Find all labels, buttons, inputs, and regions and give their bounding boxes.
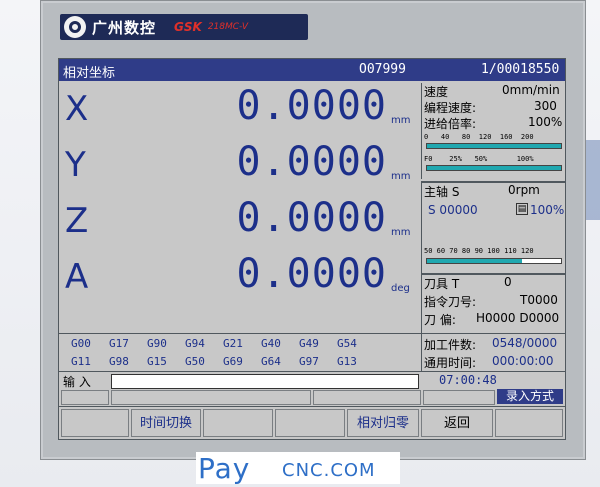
gcode: G00 (71, 337, 91, 350)
spindle-override-icon: ▤ (516, 203, 528, 215)
spindle-speed-command: S 00000 (428, 203, 478, 217)
status-cell (111, 390, 311, 405)
watermark-pay: Pay (198, 452, 251, 485)
spindle-title: 主轴 S (424, 185, 460, 199)
status-cell (61, 390, 109, 405)
programmed-speed-value: 300 (534, 99, 557, 113)
status-cell (423, 390, 495, 405)
gcode: G15 (147, 355, 167, 368)
brand-gsk: GSK (174, 20, 202, 34)
axis-row-y: Y 0.0000 mm (59, 139, 421, 195)
softkey-relative-zero[interactable]: 相对归零 (347, 409, 419, 437)
axis-unit: mm (391, 115, 411, 126)
axis-row-a: A 0.0000 deg (59, 251, 421, 307)
tool-value: 0 (504, 275, 512, 289)
feed-percent-bar (426, 165, 562, 171)
feed-percent-fill (427, 166, 561, 170)
feed-override-fill (427, 144, 561, 148)
axis-name: Y (65, 145, 86, 185)
gcode: G69 (223, 355, 243, 368)
input-row: 输 入 07:00:48 (59, 371, 565, 390)
programmed-speed-label: 编程速度: (424, 101, 477, 115)
brand-model: 218MC-V (207, 22, 249, 32)
input-label: 输 入 (63, 375, 91, 389)
tool-command-label: 指令刀号: (424, 295, 477, 309)
status-row: 录入方式 (59, 389, 565, 405)
spindle-panel: 主轴 S 0rpm S 00000 ▤ 100% 50 60 70 80 90 … (421, 181, 566, 273)
parts-count-value: 0548/0000 (492, 336, 558, 350)
watermark-cnc: CNC.COM (282, 460, 376, 481)
tool-panel: 刀具 T 0 指令刀号: T0000 刀 偏: H0000 D0000 (421, 273, 566, 335)
spindle-override: 100% (530, 203, 565, 217)
gcode: G50 (185, 355, 205, 368)
paycnc-watermark: Pay CNC.COM (196, 452, 400, 485)
axis-value: 0.0000 (236, 83, 387, 129)
feed-override-label: 进给倍率: (424, 117, 477, 131)
gcode: G49 (299, 337, 319, 350)
tool-title: 刀具 T (424, 277, 460, 291)
block-counter: 1/00018550 (481, 62, 560, 77)
softkey-bar: 时间切换 相对归零 返回 (59, 406, 565, 440)
softkey-7[interactable] (495, 409, 563, 437)
spindle-override-fill (427, 259, 523, 263)
run-time-label: 通用时间: (424, 356, 477, 370)
gcode: G64 (261, 355, 281, 368)
cnc-screen: 相对坐标 O07999 1/00018550 X 0.0000 mm Y 0.0… (58, 58, 566, 440)
command-input[interactable] (111, 374, 419, 389)
axis-name: X (65, 89, 89, 129)
gcode: G21 (223, 337, 243, 350)
softkey-3[interactable] (203, 409, 273, 437)
gcode: G40 (261, 337, 281, 350)
page-title: 相对坐标 (63, 66, 116, 81)
axis-value: 0.0000 (236, 139, 387, 185)
spindle-rpm: 0rpm (508, 183, 540, 197)
feed-override-value: 100% (528, 115, 563, 129)
softkey-1[interactable] (61, 409, 129, 437)
softkey-return[interactable]: 返回 (421, 409, 493, 437)
spindle-override-bar (426, 258, 562, 264)
clock: 07:00:48 (439, 373, 497, 387)
axis-value: 0.0000 (236, 195, 387, 241)
parts-count-label: 加工件数: (424, 338, 477, 352)
run-time-value: 000:00:00 (492, 354, 554, 368)
softkey-time-switch[interactable]: 时间切换 (131, 409, 201, 437)
gcode: G98 (109, 355, 129, 368)
axis-row-z: Z 0.0000 mm (59, 195, 421, 251)
spindle-scale: 50 60 70 80 90 100 110 120 (424, 247, 534, 255)
axis-unit: deg (391, 283, 410, 294)
status-cell (313, 390, 421, 405)
program-number: O07999 (359, 62, 406, 77)
feed-panel: 速度 0mm/min 编程速度: 300 进给倍率: 100% 0 40 80 … (421, 83, 566, 179)
tool-command-value: T0000 (520, 293, 558, 307)
tool-offset-value: H0000 D0000 (476, 311, 560, 325)
axis-unit: mm (391, 171, 411, 182)
brand-name: 广州数控 (92, 18, 157, 37)
gcode: G11 (71, 355, 91, 368)
gsk-logo-icon (64, 16, 86, 38)
tool-offset-label: 刀 偏: (424, 313, 456, 327)
feed-scale: 0 40 80 120 160 200 (424, 133, 534, 141)
axis-row-x: X 0.0000 mm (59, 83, 421, 139)
axis-unit: mm (391, 227, 411, 238)
gcode: G17 (109, 337, 129, 350)
feed-override-bar (426, 143, 562, 149)
gcode: G13 (337, 355, 357, 368)
operation-mode: 录入方式 (497, 389, 563, 404)
gcode: G90 (147, 337, 167, 350)
softkey-4[interactable] (275, 409, 345, 437)
gcode: G94 (185, 337, 205, 350)
modal-gcodes: G00 G17 G90 G94 G21 G40 G49 G54 G11 G98 … (59, 333, 421, 372)
axis-name: Z (65, 201, 89, 241)
axis-name: A (65, 257, 89, 297)
screen-header: 相对坐标 O07999 1/00018550 (59, 59, 565, 81)
feed-rate: 0mm/min (502, 83, 560, 97)
axis-value: 0.0000 (236, 251, 387, 297)
brand-bar: 广州数控 GSK 218MC-V (60, 14, 308, 40)
gcode: G97 (299, 355, 319, 368)
feed-title: 速度 (424, 85, 449, 99)
counters-panel: 加工件数: 0548/0000 通用时间: 000:00:00 (421, 333, 566, 372)
axis-display: X 0.0000 mm Y 0.0000 mm Z 0.0000 mm A 0.… (59, 83, 421, 333)
feed-percent-scale: F0 25% 50% 100% (424, 155, 534, 163)
gcode: G54 (337, 337, 357, 350)
